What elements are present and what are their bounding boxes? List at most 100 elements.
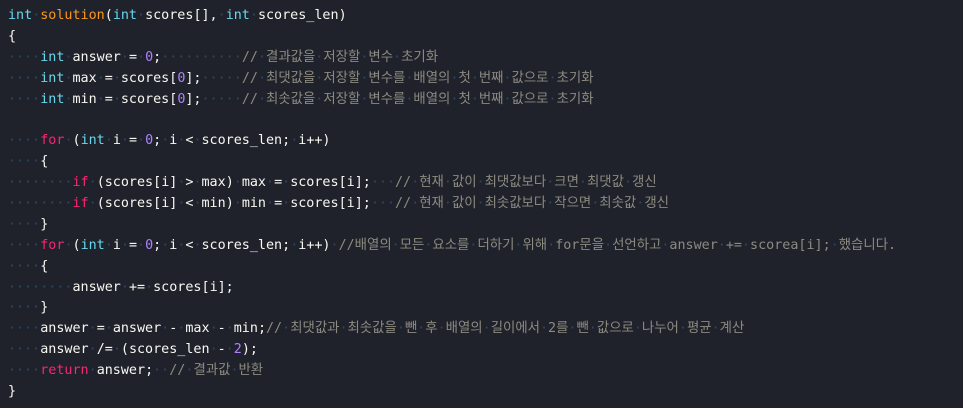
punctuation: [ [338, 196, 347, 212]
code-comment: //·결과값을·저장할·변수·초기화 [242, 50, 438, 65]
keyword: if [72, 175, 89, 191]
whitespace-marker: · [717, 237, 726, 253]
comment-text: 요소를 [432, 237, 470, 253]
comment-text: // [395, 175, 412, 191]
punctuation: ++) [306, 133, 331, 149]
whitespace-marker: · [443, 175, 452, 191]
comment-text: 계산 [719, 321, 745, 337]
identifier: min [233, 321, 258, 337]
whitespace-marker: · [120, 279, 129, 295]
whitespace-marker: ·· [153, 363, 170, 379]
punctuation: ]; [354, 196, 371, 212]
comment-text: // [241, 91, 258, 107]
keyword: for [40, 133, 65, 149]
comment-text: // [241, 70, 258, 86]
whitespace-marker: ···· [8, 258, 41, 274]
punctuation: ) [225, 196, 234, 212]
identifier: scores_len [201, 133, 283, 149]
whitespace-marker: · [104, 133, 113, 149]
whitespace-marker: · [137, 49, 146, 65]
identifier: scores [104, 175, 154, 191]
type-keyword: int [80, 237, 105, 253]
whitespace-marker: · [88, 196, 97, 212]
identifier: scores [120, 70, 170, 86]
type-keyword: int [112, 8, 137, 23]
whitespace-marker: · [476, 196, 485, 212]
punctuation: = [96, 321, 105, 337]
comment-text: 최솟값을 [266, 91, 316, 107]
code-line: ····} [8, 298, 963, 319]
whitespace-marker: · [104, 237, 113, 253]
punctuation: ; [282, 133, 291, 149]
whitespace-marker: · [64, 237, 73, 253]
identifier: scores [104, 196, 154, 212]
punctuation: ( [96, 175, 105, 191]
comment-text: += [725, 237, 742, 253]
punctuation: ]; [354, 175, 371, 191]
punctuation: ; [153, 133, 162, 149]
whitespace-marker: · [539, 321, 549, 337]
punctuation: } [40, 216, 49, 232]
whitespace-marker: · [257, 91, 266, 107]
identifier: i [112, 133, 121, 149]
whitespace-marker: · [193, 133, 202, 149]
whitespace-marker: · [120, 237, 129, 253]
comment-text: 선언하고 [612, 237, 662, 253]
punctuation: = [104, 70, 113, 86]
punctuation: ( [72, 133, 81, 149]
identifier: answer [72, 49, 121, 65]
whitespace-marker: ····· [201, 70, 242, 86]
identifier: scores [120, 91, 170, 107]
whitespace-marker: ···· [8, 342, 41, 358]
comment-text: //배열의 [338, 237, 392, 253]
punctuation: = [128, 49, 137, 65]
type-keyword: int [40, 49, 65, 65]
code-line: ····answer·/=·(scores_len·-·2); [8, 340, 963, 361]
comment-text: answer [669, 237, 718, 253]
identifier: scores_len [128, 342, 210, 358]
code-comment: //·현재·값이·최댓값보다·크면·최댓값·갱신 [395, 175, 657, 190]
comment-text: 변수를 [368, 91, 406, 107]
whitespace-marker: · [257, 49, 266, 65]
comment-text: 최솟값보다 [484, 196, 547, 212]
punctuation: ++) [306, 237, 331, 253]
whitespace-marker: · [233, 196, 242, 212]
comment-text: 변수 [368, 49, 394, 65]
whitespace-marker: · [330, 237, 339, 253]
punctuation: ; [153, 49, 162, 65]
identifier: i [112, 237, 121, 253]
punctuation: ; [153, 237, 162, 253]
punctuation: [ [338, 175, 347, 191]
punctuation: ]; [185, 91, 202, 107]
comment-text: 값이 [451, 196, 477, 212]
code-line: } [8, 382, 963, 403]
whitespace-marker: · [88, 363, 97, 379]
code-line: ········if·(scores[i]·>·max)·max·=·score… [8, 173, 963, 194]
punctuation: = [128, 133, 137, 149]
whitespace-marker: · [145, 279, 154, 295]
comment-text: 번째 [478, 70, 504, 86]
code-editor[interactable]: int·solution(int·scores[],·int·scores_le… [0, 0, 963, 403]
comment-text: 첫 [458, 91, 471, 107]
keyword: return [40, 363, 89, 379]
punctuation: ( [72, 237, 81, 253]
whitespace-marker: · [604, 237, 613, 253]
identifier: max [241, 175, 266, 191]
comment-text: // [266, 321, 283, 337]
whitespace-marker: · [547, 237, 556, 253]
identifier: answer [40, 342, 89, 358]
punctuation: - [217, 321, 226, 337]
whitespace-marker: · [233, 175, 242, 191]
whitespace-marker: · [678, 321, 687, 337]
whitespace-marker: · [225, 321, 234, 337]
identifier: scores [290, 175, 339, 191]
punctuation: = [274, 175, 283, 191]
code-comment: //·최솟값을·저장할·변수를·배열의·첫·번째·값으로·초기화 [242, 92, 594, 107]
comment-text: 초기화 [556, 70, 594, 86]
punctuation: [ [153, 175, 162, 191]
whitespace-marker: · [623, 175, 632, 191]
identifier: answer [96, 363, 146, 379]
whitespace-marker: · [112, 70, 121, 86]
whitespace-marker: ···· [8, 237, 41, 253]
